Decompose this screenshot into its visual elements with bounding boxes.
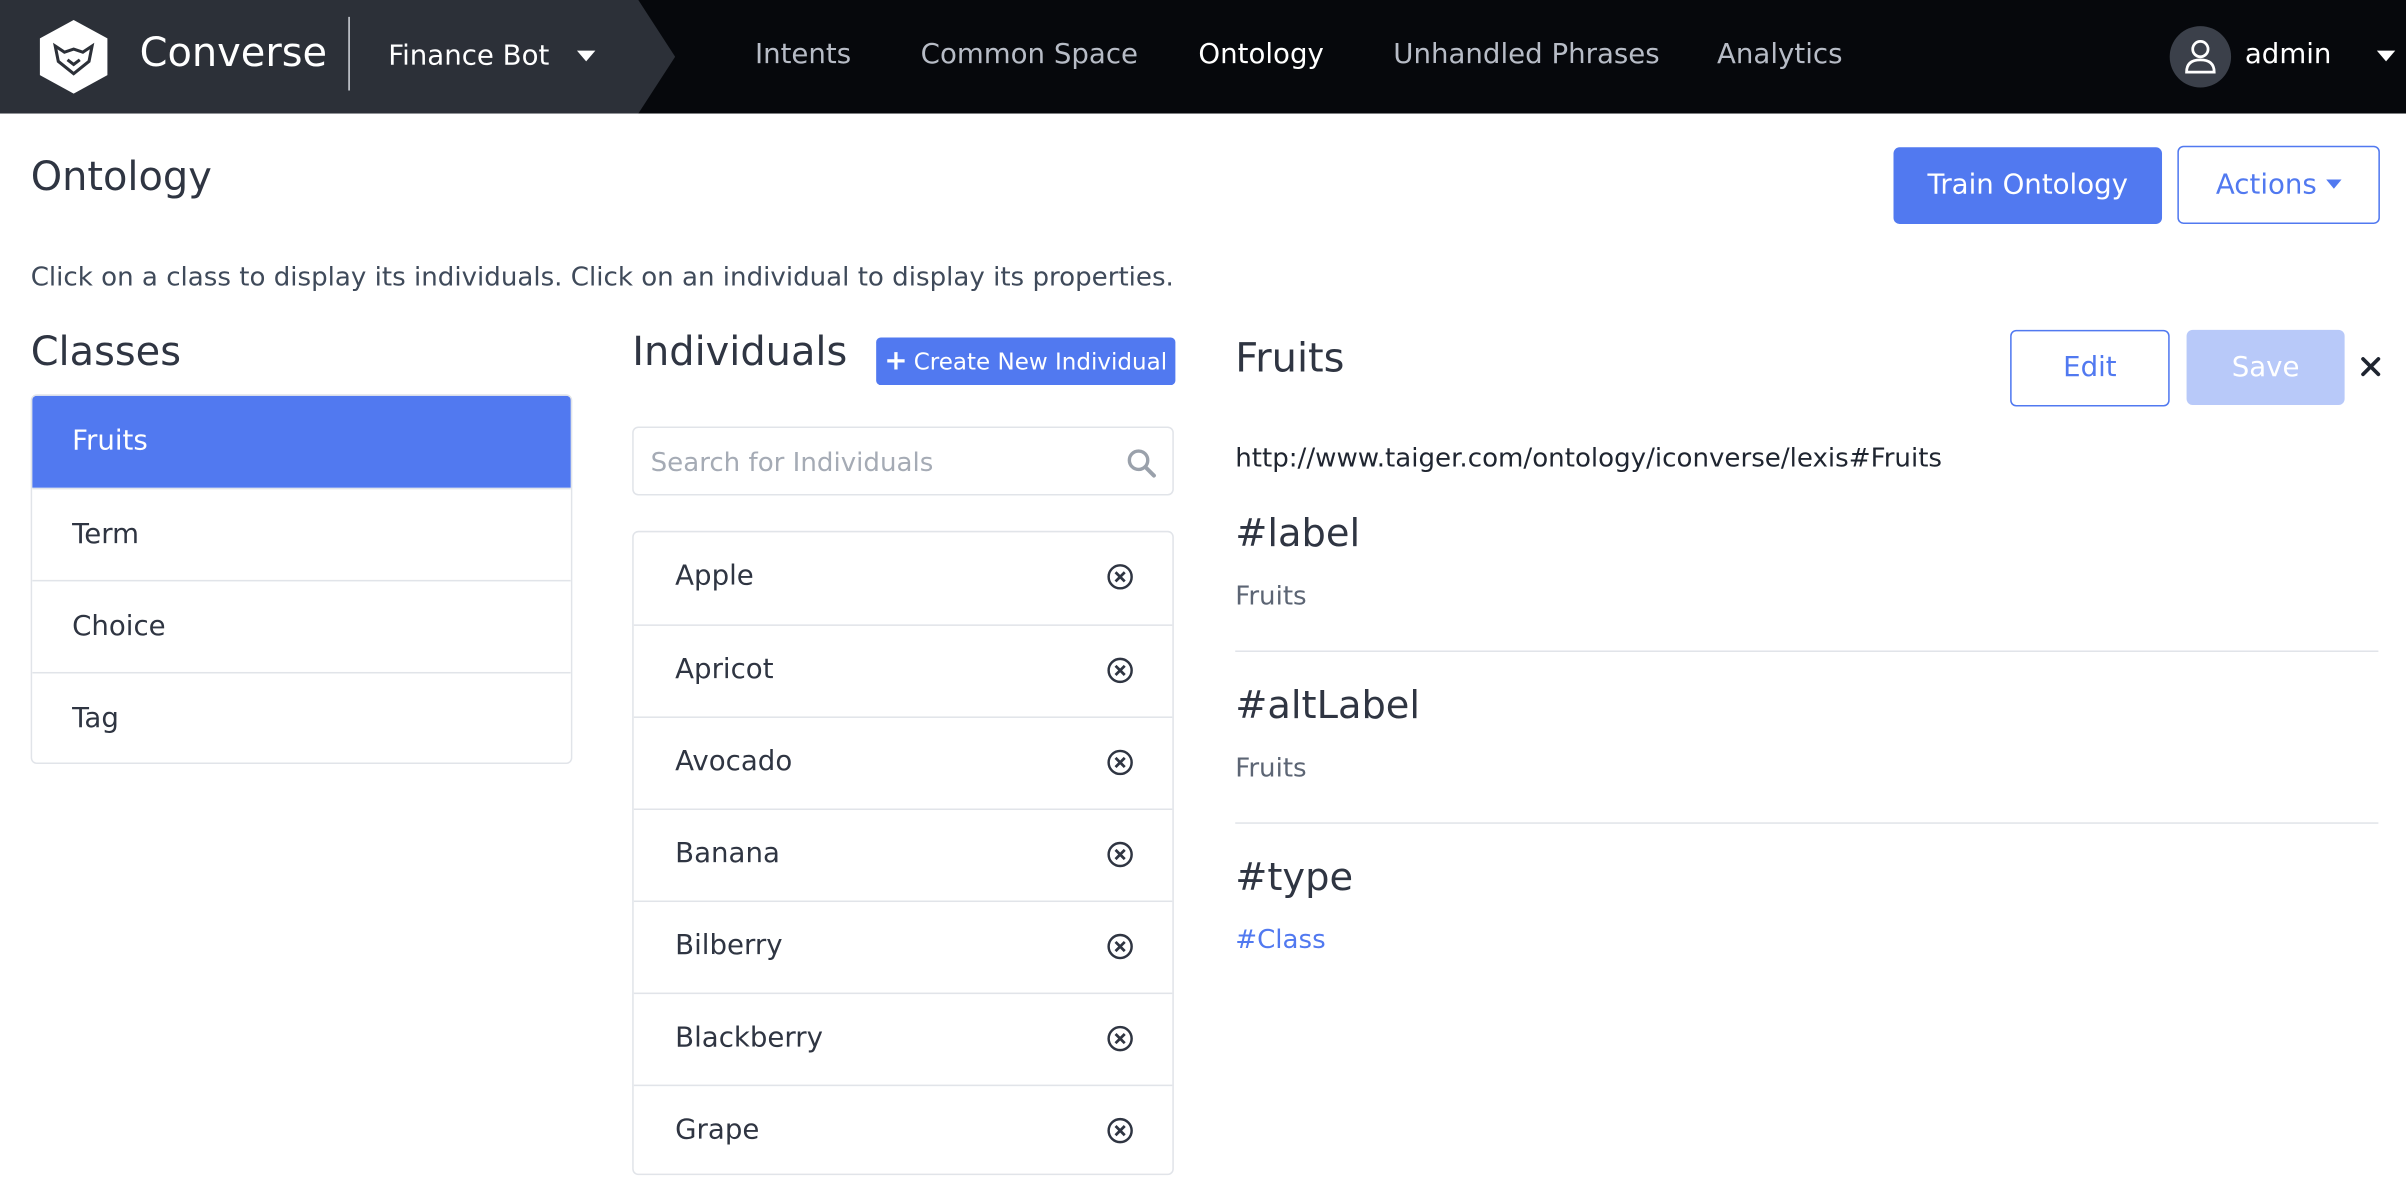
individual-list: Apple Apricot Avocado Banana Bilberry Bl… xyxy=(632,530,1174,1176)
property-name: #type xyxy=(1235,854,1354,899)
remove-circle-icon[interactable] xyxy=(1106,841,1134,869)
individual-label: Grape xyxy=(675,1113,760,1146)
remove-circle-icon[interactable] xyxy=(1106,657,1134,685)
list-item[interactable]: Apricot xyxy=(633,624,1173,716)
individual-label: Bilberry xyxy=(675,929,783,962)
property-name: #altLabel xyxy=(1235,682,1421,728)
class-item-choice[interactable]: Choice xyxy=(32,579,571,672)
classes-heading: Classes xyxy=(30,329,181,376)
property-name: #label xyxy=(1235,510,1361,556)
individual-label: Apricot xyxy=(675,653,774,686)
remove-circle-icon[interactable] xyxy=(1106,933,1134,961)
caret-down-icon xyxy=(2326,179,2342,189)
list-item[interactable]: Blackberry xyxy=(633,992,1173,1085)
individuals-heading: Individuals xyxy=(632,329,848,376)
edit-button[interactable]: Edit xyxy=(2010,329,2170,407)
list-item[interactable]: Avocado xyxy=(633,716,1173,808)
remove-circle-icon[interactable] xyxy=(1106,749,1134,777)
class-list: Fruits Term Choice Tag xyxy=(30,394,573,764)
divider xyxy=(1235,650,2379,652)
search-box xyxy=(632,426,1174,498)
search-input[interactable] xyxy=(633,428,1130,498)
nav-link-unhandled-phrases[interactable]: Unhandled Phrases xyxy=(1393,37,1659,74)
plus-icon: + xyxy=(884,345,908,378)
remove-circle-icon[interactable] xyxy=(1106,1025,1134,1053)
list-item[interactable]: Banana xyxy=(633,808,1173,900)
class-uri: http://www.taiger.com/ontology/iconverse… xyxy=(1235,443,1943,475)
user-menu[interactable]: admin xyxy=(2245,37,2332,74)
details-title: Fruits xyxy=(1235,335,1345,382)
user-icon xyxy=(2185,40,2216,74)
close-icon[interactable] xyxy=(2360,356,2381,377)
actions-label: Actions xyxy=(2215,168,2317,201)
nav-link-common-space[interactable]: Common Space xyxy=(921,37,1138,74)
property-value-link[interactable]: #Class xyxy=(1235,922,1325,959)
nav-link-ontology[interactable]: Ontology xyxy=(1198,37,1323,74)
nav-link-intents[interactable]: Intents xyxy=(755,37,851,74)
remove-circle-icon[interactable] xyxy=(1106,563,1134,591)
bot-selector[interactable]: Finance Bot xyxy=(388,37,549,77)
list-item[interactable]: Grape xyxy=(633,1084,1173,1174)
list-item[interactable]: Apple xyxy=(634,532,1173,624)
lion-logo-icon xyxy=(39,19,108,94)
create-individual-label: Create New Individual xyxy=(913,348,1168,376)
individual-label: Banana xyxy=(675,837,780,870)
instructions-text: Click on a class to display its individu… xyxy=(30,262,1174,294)
individual-label: Blackberry xyxy=(675,1021,823,1054)
brand-divider xyxy=(348,16,350,91)
property-value: Fruits xyxy=(1235,753,1307,784)
class-item-fruits[interactable]: Fruits xyxy=(32,395,571,488)
search-icon[interactable] xyxy=(1126,448,1157,479)
nav-link-analytics[interactable]: Analytics xyxy=(1717,37,1842,74)
page-title: Ontology xyxy=(30,154,212,201)
individual-label: Avocado xyxy=(675,745,793,778)
class-item-term[interactable]: Term xyxy=(32,487,571,580)
create-individual-button[interactable]: + Create New Individual xyxy=(876,337,1176,386)
property-value: Fruits xyxy=(1235,581,1307,613)
remove-circle-icon[interactable] xyxy=(1106,1117,1134,1145)
save-button[interactable]: Save xyxy=(2186,329,2345,406)
chevron-down-icon[interactable] xyxy=(2376,50,2396,62)
top-navbar: Converse Finance Bot Intents Common Spac… xyxy=(0,0,2406,114)
list-item[interactable]: Bilberry xyxy=(633,900,1173,993)
chevron-down-icon[interactable] xyxy=(576,50,596,62)
app-name: Converse xyxy=(139,30,328,77)
divider xyxy=(1235,822,2379,824)
actions-button[interactable]: Actions xyxy=(2177,145,2380,224)
class-item-tag[interactable]: Tag xyxy=(32,671,571,763)
train-ontology-button[interactable]: Train Ontology xyxy=(1893,147,2163,224)
individual-label: Apple xyxy=(675,559,754,593)
avatar[interactable] xyxy=(2169,26,2232,88)
